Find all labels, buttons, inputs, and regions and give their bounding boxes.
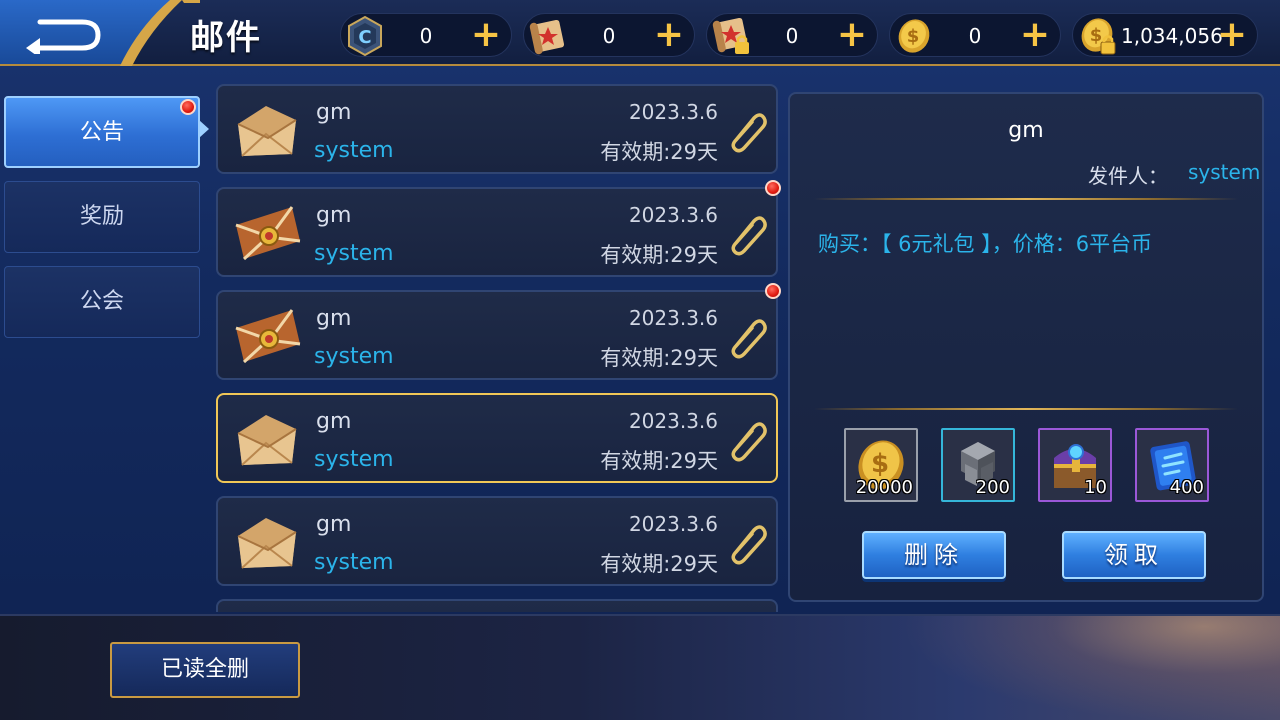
back-button[interactable] (0, 0, 170, 64)
svg-text:$: $ (1090, 25, 1103, 46)
mail-list[interactable]: gm system 2023.3.6 有效期:29天 gm system 202… (214, 82, 782, 612)
currency-locked-gold-coin: $ 1,034,056 + (1072, 13, 1258, 57)
tab-guild[interactable]: 公会 (4, 266, 200, 338)
reward-item[interactable]: 400 (1135, 428, 1209, 502)
tab-announcement-unread-dot (180, 99, 196, 115)
sealed-envelope-icon (235, 309, 301, 364)
mail-unread-dot (765, 180, 781, 196)
detail-divider-bottom (814, 408, 1238, 410)
mail-validity: 有效期:29天 (600, 346, 718, 370)
mail-item-selected[interactable]: gm system 2023.3.6 有效期:29天 (216, 393, 778, 483)
reward-count: 200 (975, 477, 1010, 498)
currency-value: 0 (602, 24, 616, 48)
mail-title: gm (316, 512, 352, 537)
paperclip-icon (731, 422, 767, 462)
mail-validity: 有效期:29天 (600, 552, 718, 576)
detail-body: 购买：【 6元礼包 】，价格：6平台币 (818, 232, 1153, 256)
currency-value: 1,034,056 (1121, 24, 1223, 48)
mail-item[interactable]: gm system 2023.3.6 有效期:29天 (216, 187, 778, 277)
add-scroll-button[interactable]: + (652, 17, 686, 53)
sealed-envelope-icon (235, 206, 301, 261)
back-arrow-icon (26, 19, 101, 54)
locked-scroll-icon (712, 17, 749, 54)
bottom-glow-decoration (900, 616, 1280, 720)
delete-all-read-button[interactable]: 已读全删 (110, 642, 300, 698)
mail-validity: 有效期:29天 (600, 449, 718, 473)
active-tab-pointer (199, 120, 209, 138)
paperclip-icon (731, 216, 767, 256)
currency-c-token: C 0 + (340, 13, 512, 57)
mail-title: gm (316, 203, 352, 228)
add-gold-coin-button[interactable]: + (1018, 17, 1052, 53)
mail-date: 2023.3.6 (628, 409, 718, 433)
scroll-icon (529, 19, 565, 55)
reward-item[interactable]: $ 20000 (844, 428, 918, 502)
mail-title: gm (316, 306, 352, 331)
detail-sender-label: 发件人： (1088, 164, 1168, 188)
detail-divider-top (814, 198, 1238, 200)
mail-validity: 有效期:29天 (600, 140, 718, 164)
c-token-icon: C (348, 15, 382, 57)
page-title: 邮件 (190, 18, 262, 58)
currency-value: 0 (419, 24, 433, 48)
svg-text:$: $ (907, 26, 920, 47)
tab-announcement[interactable]: 公告 (4, 96, 200, 168)
reward-count: 10 (1084, 477, 1107, 498)
paperclip-icon (731, 525, 767, 565)
reward-item[interactable]: 10 (1038, 428, 1112, 502)
mail-unread-dot (765, 283, 781, 299)
mail-sender: system (314, 241, 394, 266)
paperclip-icon (731, 319, 767, 359)
mail-detail-panel: gm 发件人： system 购买：【 6元礼包 】，价格：6平台币 $ 200… (788, 92, 1264, 602)
mail-screen: 邮件 C 0 + 0 + 0 + $ 0 + $ 1,034,056 + 公告 … (0, 0, 1280, 720)
mail-item[interactable]: gm system 2023.3.6 有效期:29天 (216, 290, 778, 380)
svg-text:$: $ (871, 449, 889, 479)
svg-text:C: C (358, 27, 371, 48)
mail-date: 2023.3.6 (628, 512, 718, 536)
mail-item[interactable]: gm system 2023.3.6 有效期:29天 (216, 496, 778, 586)
envelope-icon (237, 415, 297, 466)
delete-button[interactable]: 删除 (862, 531, 1006, 579)
mail-title: gm (316, 409, 352, 434)
mail-title: gm (316, 100, 352, 125)
add-locked-gold-coin-button[interactable]: + (1215, 17, 1249, 53)
locked-gold-coin-icon: $ (1081, 18, 1116, 55)
currency-locked-scroll: 0 + (706, 13, 878, 57)
envelope-icon (237, 518, 297, 569)
mail-date: 2023.3.6 (628, 100, 718, 124)
mail-validity: 有效期:29天 (600, 243, 718, 267)
reward-item[interactable]: 200 (941, 428, 1015, 502)
mail-sender: system (314, 138, 394, 163)
mail-date: 2023.3.6 (628, 203, 718, 227)
mail-sender: system (314, 550, 394, 575)
add-c-token-button[interactable]: + (469, 17, 503, 53)
bottom-bar: 已读全删 (0, 614, 1280, 720)
claim-button[interactable]: 领取 (1062, 531, 1206, 579)
add-locked-scroll-button[interactable]: + (835, 17, 869, 53)
reward-count: 400 (1169, 477, 1204, 498)
top-bar: 邮件 C 0 + 0 + 0 + $ 0 + $ 1,034,056 + (0, 0, 1280, 66)
mail-sender: system (314, 344, 394, 369)
reward-count: 20000 (855, 477, 913, 498)
gold-coin-icon: $ (898, 19, 930, 53)
detail-title: gm (1008, 118, 1044, 143)
mail-sender: system (314, 447, 394, 472)
tab-reward[interactable]: 奖励 (4, 181, 200, 253)
mail-date: 2023.3.6 (628, 306, 718, 330)
currency-scroll: 0 + (523, 13, 695, 57)
paperclip-icon (731, 113, 767, 153)
currency-value: 0 (785, 24, 799, 48)
envelope-icon (237, 106, 297, 157)
mail-item-partial[interactable] (216, 599, 778, 612)
mail-item[interactable]: gm system 2023.3.6 有效期:29天 (216, 84, 778, 174)
currency-value: 0 (968, 24, 982, 48)
currency-gold-coin: $ 0 + (889, 13, 1061, 57)
detail-sender: system (1188, 160, 1261, 184)
